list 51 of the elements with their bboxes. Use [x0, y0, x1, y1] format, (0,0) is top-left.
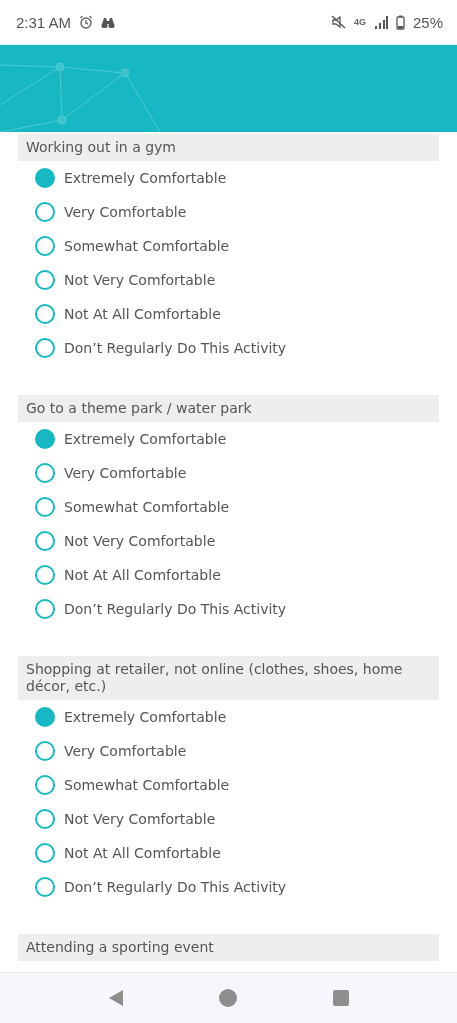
radio-icon[interactable] [35, 202, 55, 222]
radio-option[interactable]: Extremely Comfortable [18, 161, 439, 195]
radio-option[interactable]: Somewhat Comfortable [18, 768, 439, 802]
back-icon[interactable] [107, 989, 124, 1007]
radio-option[interactable]: Don’t Regularly Do This Activity [18, 592, 439, 626]
question-title: Attending a sporting event [18, 934, 439, 961]
radio-option[interactable]: Not At All Comfortable [18, 558, 439, 592]
radio-icon[interactable] [35, 877, 55, 897]
mute-icon [330, 15, 346, 29]
signal-icon [373, 15, 388, 29]
battery-icon [395, 14, 405, 30]
radio-option[interactable]: Don’t Regularly Do This Activity [18, 331, 439, 365]
radio-icon[interactable] [35, 809, 55, 829]
radio-option[interactable]: Very Comfortable [18, 456, 439, 490]
question-title: Working out in a gym [18, 134, 439, 161]
radio-option[interactable]: Very Comfortable [18, 195, 439, 229]
radio-icon[interactable] [35, 168, 55, 188]
binoculars-icon [101, 16, 116, 28]
radio-option[interactable]: Somewhat Comfortable [18, 229, 439, 263]
question-title: Shopping at retailer, not online (clothes, shoes, home décor, etc.) [18, 656, 439, 700]
radio-icon[interactable] [35, 270, 55, 290]
network-type: 4G [353, 17, 366, 27]
radio-option[interactable]: Not Very Comfortable [18, 524, 439, 558]
radio-option[interactable]: Somewhat Comfortable [18, 490, 439, 524]
radio-icon[interactable] [35, 531, 55, 551]
radio-option[interactable]: Don’t Regularly Do This Activity [18, 870, 439, 904]
radio-icon[interactable] [35, 741, 55, 761]
clock-time: 2:31 AM [16, 13, 72, 31]
radio-option[interactable]: Not Very Comfortable [18, 802, 439, 836]
alarm-clock-icon [79, 15, 94, 29]
battery-percent: 25% [412, 13, 443, 31]
radio-icon[interactable] [35, 304, 55, 324]
question-title: Go to a theme park / water park [18, 395, 439, 422]
radio-option[interactable]: Very Comfortable [18, 734, 439, 768]
radio-option[interactable]: Not At All Comfortable [18, 836, 439, 870]
radio-icon[interactable] [35, 707, 55, 727]
recents-icon[interactable] [333, 990, 350, 1006]
radio-icon[interactable] [35, 463, 55, 483]
radio-option[interactable]: Not At All Comfortable [18, 297, 439, 331]
radio-option[interactable]: Extremely Comfortable [18, 422, 439, 456]
home-icon[interactable] [219, 989, 238, 1007]
radio-option[interactable]: Not Very Comfortable [18, 263, 439, 297]
radio-icon[interactable] [35, 565, 55, 585]
radio-icon[interactable] [35, 497, 55, 517]
radio-icon[interactable] [35, 338, 55, 358]
radio-icon[interactable] [35, 599, 55, 619]
radio-icon[interactable] [35, 775, 55, 795]
radio-icon[interactable] [35, 236, 55, 256]
radio-icon[interactable] [35, 429, 55, 449]
radio-icon[interactable] [35, 843, 55, 863]
radio-option[interactable]: Extremely Comfortable [18, 700, 439, 734]
